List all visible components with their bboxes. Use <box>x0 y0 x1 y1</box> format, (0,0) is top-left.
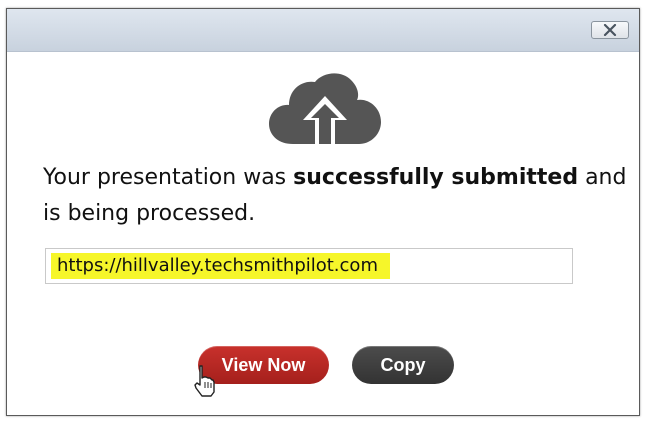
dialog-titlebar <box>7 9 639 52</box>
message-text-start: Your presentation was <box>43 165 294 190</box>
message-bold-text: successfully submitted <box>293 165 579 190</box>
presentation-url-value: https://hillvalley.techsmithpilot.com <box>51 253 390 279</box>
presentation-url-field[interactable]: https://hillvalley.techsmithpilot.com <box>45 248 573 284</box>
submission-dialog: Your presentation was successfully submi… <box>6 8 640 416</box>
cloud-upload-icon <box>269 73 381 144</box>
view-now-button[interactable]: View Now <box>198 346 329 384</box>
copy-button[interactable]: Copy <box>352 346 454 384</box>
success-message: Your presentation was successfully submi… <box>43 160 633 232</box>
close-button[interactable] <box>591 21 629 39</box>
dialog-content: Your presentation was successfully submi… <box>7 52 639 415</box>
close-x-icon <box>603 24 617 36</box>
